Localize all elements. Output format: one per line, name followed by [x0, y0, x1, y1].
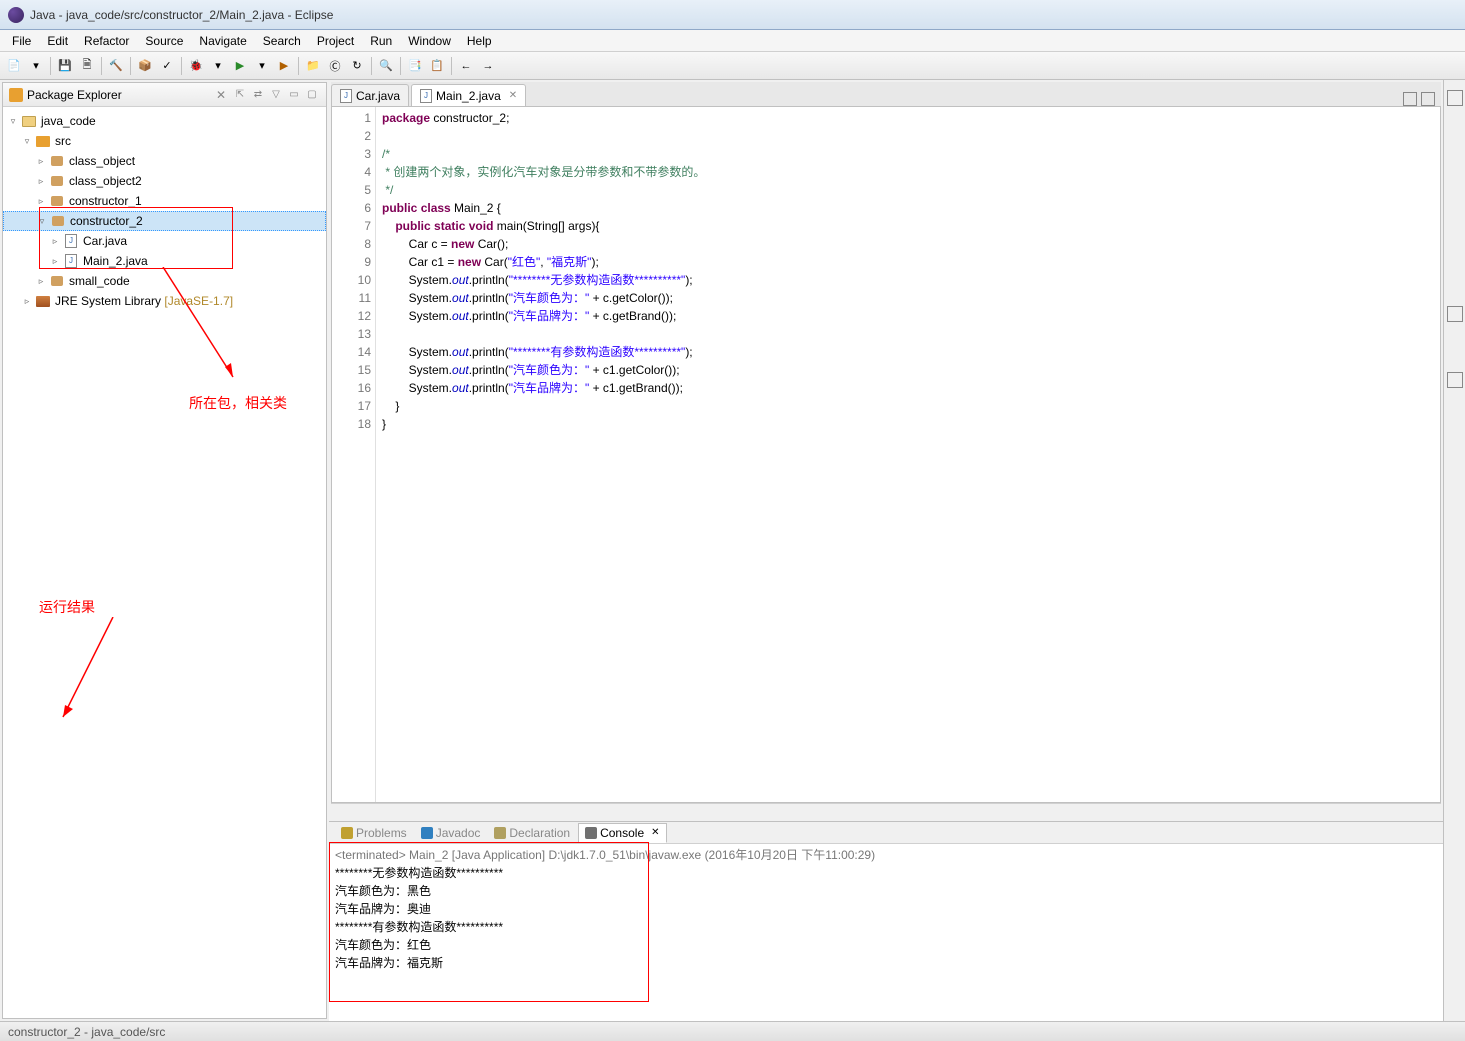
tree-package[interactable]: ▹small_code [3, 271, 326, 291]
debug-button[interactable]: 🐞 [186, 56, 206, 76]
tree-package[interactable]: ▹class_object2 [3, 171, 326, 191]
run-last-button[interactable]: ▶ [274, 56, 294, 76]
menu-help[interactable]: Help [459, 32, 500, 50]
nav-button[interactable]: 📑 [405, 56, 425, 76]
editor-tab-active[interactable]: JMain_2.java✕ [411, 84, 526, 106]
horizontal-scrollbar[interactable] [331, 803, 1441, 819]
menu-edit[interactable]: Edit [39, 32, 76, 50]
bottom-tab-declaration[interactable]: Declaration [488, 824, 576, 842]
maximize-editor-button[interactable] [1421, 92, 1435, 106]
line-numbers: 123456789101112131415161718 [346, 107, 376, 802]
other-view-button[interactable] [1447, 372, 1463, 388]
run-button[interactable]: ▶ [230, 56, 250, 76]
save-all-button[interactable]: 🗎 [77, 56, 97, 76]
menu-project[interactable]: Project [309, 32, 362, 50]
editor-tab[interactable]: JCar.java [331, 84, 409, 106]
close-view-icon[interactable]: ✕ [651, 827, 659, 838]
toggle-button[interactable]: ✓ [157, 56, 177, 76]
new-button[interactable]: 📄 [4, 56, 24, 76]
bottom-tab-console[interactable]: Console✕ [578, 823, 666, 843]
project-tree[interactable]: ▿java_code ▿src ▹class_object ▹class_obj… [3, 107, 326, 1018]
editor-tabs: JCar.java JMain_2.java✕ [331, 82, 1441, 106]
bottom-panel: ProblemsJavadocDeclarationConsole✕ <term… [329, 821, 1443, 1021]
declaration-icon [494, 827, 506, 839]
view-close-x[interactable]: ✕ [216, 88, 226, 102]
back-button[interactable]: ← [456, 56, 476, 76]
menu-file[interactable]: File [4, 32, 39, 50]
annotation-arrow-2 [53, 617, 143, 727]
eclipse-icon [8, 7, 24, 23]
new-dropdown[interactable]: ▾ [26, 56, 46, 76]
debug-dropdown[interactable]: ▾ [208, 56, 228, 76]
gutter-marker [332, 107, 346, 802]
bottom-tab-javadoc[interactable]: Javadoc [415, 824, 487, 842]
console-line: 汽车颜色为：红色 [335, 936, 1437, 954]
menu-refactor[interactable]: Refactor [76, 32, 137, 50]
tree-package[interactable]: ▹constructor_1 [3, 191, 326, 211]
minimize-editor-button[interactable] [1403, 92, 1417, 106]
collapse-all-button[interactable]: ⇱ [232, 87, 248, 103]
window-title: Java - java_code/src/constructor_2/Main_… [30, 8, 333, 22]
tree-java-file[interactable]: ▹JCar.java [3, 231, 326, 251]
task-list-button[interactable] [1447, 306, 1463, 322]
build-button[interactable]: 🔨 [106, 56, 126, 76]
minimize-view-button[interactable]: ▭ [286, 87, 302, 103]
window-titlebar: Java - java_code/src/constructor_2/Main_… [0, 0, 1465, 30]
package-explorer-title: Package Explorer [27, 88, 210, 102]
new-class-button[interactable]: Ⓒ [325, 56, 345, 76]
tree-project[interactable]: ▿java_code [3, 111, 326, 131]
javadoc-icon [421, 827, 433, 839]
package-explorer-icon [9, 88, 23, 102]
console-line: 汽车颜色为：黑色 [335, 882, 1437, 900]
annotation-text-1: 所在包，相关类 [189, 393, 287, 413]
status-bar: constructor_2 - java_code/src [0, 1021, 1465, 1041]
menu-search[interactable]: Search [255, 32, 309, 50]
java-file-icon: J [420, 89, 432, 103]
menu-window[interactable]: Window [400, 32, 459, 50]
console-icon [585, 827, 597, 839]
search-button[interactable]: 🔍 [376, 56, 396, 76]
bottom-tabs: ProblemsJavadocDeclarationConsole✕ [329, 822, 1443, 844]
menu-source[interactable]: Source [137, 32, 191, 50]
tree-jre-library[interactable]: ▹JRE System Library [JavaSE-1.7] [3, 291, 326, 311]
console-line: 汽车品牌为：奥迪 [335, 900, 1437, 918]
package-explorer-view: Package Explorer ✕ ⇱ ⇄ ▽ ▭ ▢ ▿java_code … [2, 82, 327, 1019]
console-output[interactable]: <terminated> Main_2 [Java Application] D… [329, 844, 1443, 1021]
new-package-button[interactable]: 📁 [303, 56, 323, 76]
main-area: Package Explorer ✕ ⇱ ⇄ ▽ ▭ ▢ ▿java_code … [0, 80, 1465, 1021]
console-line: 汽车品牌为：福克斯 [335, 954, 1437, 972]
console-line: ********有参数构造函数********** [335, 918, 1437, 936]
tree-src-folder[interactable]: ▿src [3, 131, 326, 151]
save-button[interactable]: 💾 [55, 56, 75, 76]
code-editor[interactable]: 123456789101112131415161718 package cons… [331, 106, 1441, 803]
console-terminated-line: <terminated> Main_2 [Java Application] D… [335, 846, 1437, 864]
console-line: ********无参数构造函数********** [335, 864, 1437, 882]
run-dropdown[interactable]: ▾ [252, 56, 272, 76]
bottom-tab-problems[interactable]: Problems [335, 824, 413, 842]
tree-package[interactable]: ▹class_object [3, 151, 326, 171]
menu-navigate[interactable]: Navigate [191, 32, 254, 50]
menubar: FileEditRefactorSourceNavigateSearchProj… [0, 30, 1465, 52]
view-menu-button[interactable]: ▽ [268, 87, 284, 103]
nav2-button[interactable]: 📋 [427, 56, 447, 76]
link-editor-button[interactable]: ⇄ [250, 87, 266, 103]
code-content[interactable]: package constructor_2; /* * 创建两个对象，实例化汽车… [376, 107, 1440, 802]
java-file-icon: J [340, 89, 352, 103]
main-toolbar: 📄 ▾ 💾 🗎 🔨 📦 ✓ 🐞 ▾ ▶ ▾ ▶ 📁 Ⓒ ↻ 🔍 📑 📋 ← → [0, 52, 1465, 80]
open-type-button[interactable]: 📦 [135, 56, 155, 76]
status-text: constructor_2 - java_code/src [8, 1025, 165, 1039]
maximize-view-button[interactable]: ▢ [304, 87, 320, 103]
package-explorer-header: Package Explorer ✕ ⇱ ⇄ ▽ ▭ ▢ [3, 83, 326, 107]
right-trim-bar [1443, 80, 1465, 1021]
outline-view-button[interactable] [1447, 90, 1463, 106]
tree-java-file[interactable]: ▹JMain_2.java [3, 251, 326, 271]
editor-area: JCar.java JMain_2.java✕ 1234567891011121… [331, 82, 1441, 819]
annotation-text-2: 运行结果 [39, 597, 95, 617]
close-tab-icon[interactable]: ✕ [509, 90, 517, 101]
tree-package-selected[interactable]: ▿constructor_2 [3, 211, 326, 231]
problems-icon [341, 827, 353, 839]
refresh-button[interactable]: ↻ [347, 56, 367, 76]
forward-button[interactable]: → [478, 56, 498, 76]
menu-run[interactable]: Run [362, 32, 400, 50]
